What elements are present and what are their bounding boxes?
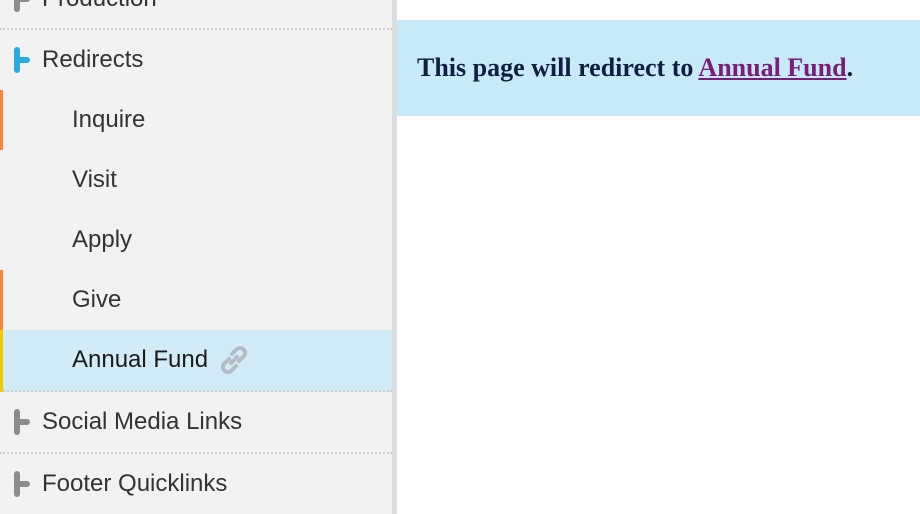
tree-item-production[interactable]: Production [0,0,392,30]
tree-item-apply[interactable]: Apply [0,210,392,270]
link-icon [221,346,248,374]
tree-item-label: Social Media Links [42,408,243,435]
tree-item-social-media-links[interactable]: Social Media Links [0,392,392,454]
tree-item-visit[interactable]: Visit [0,150,392,210]
branch-collapsed-icon[interactable] [12,0,32,14]
redirect-notice-suffix: . [846,53,854,82]
redirect-notice-prefix: This page will redirect to [417,53,699,82]
tree-item-label: Apply [72,226,133,253]
redirect-target-link[interactable]: Annual Fund [698,53,846,82]
redirect-notice: This page will redirect to Annual Fund. [397,20,920,116]
site-tree-sidebar: Production Redirects Inquire Visit Apply… [0,0,392,514]
tree-item-label: Redirects [42,46,144,73]
status-accent-bar [0,270,3,330]
tree-item-footer-quicklinks[interactable]: Footer Quicklinks [0,454,392,514]
tree-item-redirects[interactable]: Redirects [0,30,392,90]
branch-collapsed-icon[interactable] [12,469,32,499]
tree-item-label: Visit [72,166,117,193]
tree-item-label: Inquire [72,106,146,133]
branch-collapsed-icon[interactable] [12,407,32,437]
tree-item-annual-fund[interactable]: Annual Fund [0,330,392,392]
tree-item-inquire[interactable]: Inquire [0,90,392,150]
tree-item-label: Production [42,0,157,13]
branch-expanded-icon[interactable] [12,45,32,75]
tree-item-label: Footer Quicklinks [42,470,228,497]
status-accent-bar [0,330,3,392]
tree-item-give[interactable]: Give [0,270,392,330]
tree-item-label: Annual Fund [72,346,209,373]
status-accent-bar [0,90,3,150]
tree-item-label: Give [72,286,122,313]
content-pane: This page will redirect to Annual Fund. [397,0,920,514]
